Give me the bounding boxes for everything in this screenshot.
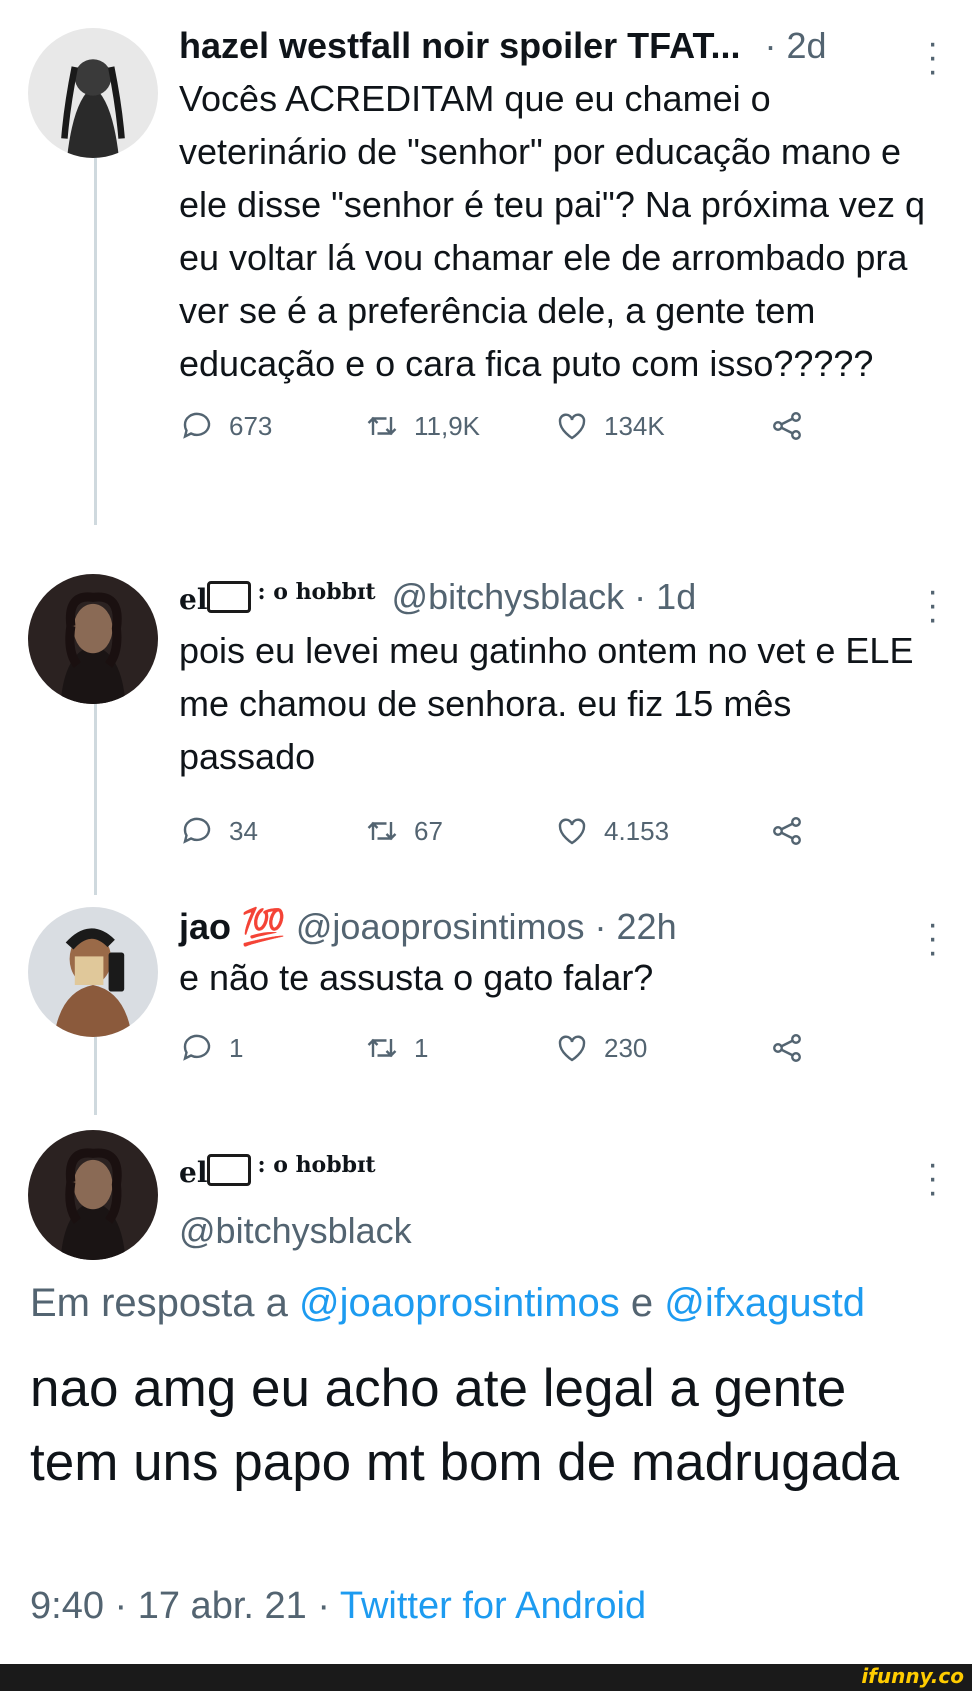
timestamp[interactable]: · 2d — [764, 25, 826, 66]
more-icon[interactable]: · · · — [927, 907, 938, 969]
main-tweet[interactable]: el : o hobbɪt @bitchysblack · · · — [0, 1125, 972, 1285]
like-count: 134K — [604, 410, 665, 441]
tweet-text: pois eu levei meu gatinho ontem no vet e… — [179, 630, 914, 777]
retweet-icon — [367, 416, 397, 436]
retweet-count: 11,9K — [414, 410, 481, 441]
watermark-bar: ifunny.co — [0, 1664, 972, 1691]
tweet-text: e não te assusta o gato falar? — [179, 957, 654, 998]
retweet-button[interactable]: 67 — [364, 813, 443, 849]
reply-icon — [183, 817, 211, 844]
ifunny-watermark: ifunny.co — [861, 1664, 964, 1688]
handle-and-time[interactable]: @joaoprosintimos · 22h — [296, 906, 677, 947]
display-name[interactable]: hazel westfall noir spoiler TFAT... — [179, 25, 740, 66]
display-name-suffix[interactable]: : o hobbɪt — [257, 1152, 375, 1178]
tweet-source-link[interactable]: Twitter for Android — [340, 1585, 646, 1627]
like-icon — [558, 1035, 586, 1062]
share-button[interactable] — [769, 408, 805, 444]
book-emoji-icon — [207, 1154, 252, 1186]
share-icon — [773, 817, 801, 845]
like-count: 230 — [604, 1032, 648, 1063]
reply-button[interactable]: 34 — [179, 813, 258, 849]
avatar[interactable] — [28, 28, 158, 158]
reply-icon — [183, 1034, 211, 1061]
tweet-text: Vocês ACREDITAM que eu chamei o veteriná… — [179, 78, 925, 384]
more-icon[interactable]: · · · — [927, 1147, 938, 1209]
reply-button[interactable]: 673 — [179, 408, 272, 444]
display-name[interactable]: jao — [179, 906, 231, 947]
retweet-icon — [367, 821, 397, 841]
reply-count: 1 — [229, 1032, 244, 1063]
avatar-image — [28, 574, 158, 704]
like-button[interactable]: 134K — [554, 408, 665, 444]
like-button[interactable]: 230 — [554, 1030, 647, 1066]
avatar[interactable] — [28, 1130, 158, 1260]
handle[interactable]: @bitchysblack — [179, 1210, 412, 1251]
reply-button[interactable]: 1 — [179, 1030, 243, 1066]
action-bar: 34 67 4.153 — [179, 813, 932, 863]
reply-icon — [183, 412, 211, 439]
share-icon — [773, 412, 801, 440]
retweet-count: 1 — [414, 1032, 429, 1063]
retweet-button[interactable]: 11,9K — [364, 408, 480, 444]
book-emoji-icon — [207, 581, 252, 613]
avatar-image — [28, 907, 158, 1037]
more-icon[interactable]: · · · — [927, 574, 938, 636]
retweet-icon — [367, 1038, 397, 1058]
retweet-count: 67 — [414, 815, 443, 846]
retweet-button[interactable]: 1 — [364, 1030, 428, 1066]
share-icon — [773, 1034, 801, 1062]
avatar-image — [28, 1130, 158, 1260]
display-name-suffix[interactable]: : o hobbɪt — [257, 579, 375, 605]
handle-and-time[interactable]: @bitchysblack · 1d — [392, 576, 697, 617]
display-name-prefix[interactable]: el — [179, 583, 207, 616]
reply-user-link[interactable]: @ifxagustd — [664, 1281, 865, 1325]
tweet-timestamp: 9:40 · 17 abr. 21 · — [30, 1585, 330, 1627]
thread-line — [94, 1035, 97, 1115]
like-icon — [558, 818, 586, 845]
main-tweet-text: nao amg eu acho ate legal a gente tem un… — [30, 1359, 900, 1492]
reply-user-link[interactable]: @joaoprosintimos — [299, 1281, 620, 1325]
hundred-emoji-icon: 💯 — [241, 906, 286, 947]
share-button[interactable] — [769, 813, 805, 849]
reply-count: 34 — [229, 815, 258, 846]
tweet-meta: 9:40 · 17 abr. 21 · Twitter for Android — [30, 1585, 646, 1628]
display-name-prefix[interactable]: el — [179, 1156, 207, 1189]
like-icon — [558, 413, 586, 440]
avatar-image — [28, 28, 158, 158]
like-count: 4.153 — [604, 815, 670, 846]
action-bar: 1 1 230 — [179, 1030, 932, 1080]
more-icon[interactable]: · · · — [927, 26, 938, 88]
reply-prefix: Em resposta a — [30, 1281, 288, 1325]
thread-line — [94, 150, 97, 525]
reply-and: e — [630, 1281, 654, 1325]
reply-count: 673 — [229, 410, 273, 441]
avatar[interactable] — [28, 574, 158, 704]
like-button[interactable]: 4.153 — [554, 813, 669, 849]
share-button[interactable] — [769, 1030, 805, 1066]
reply-context: Em resposta a @joaoprosintimos e @ifxagu… — [30, 1281, 865, 1326]
avatar[interactable] — [28, 907, 158, 1037]
action-bar: 673 11,9K 134K — [179, 408, 932, 458]
